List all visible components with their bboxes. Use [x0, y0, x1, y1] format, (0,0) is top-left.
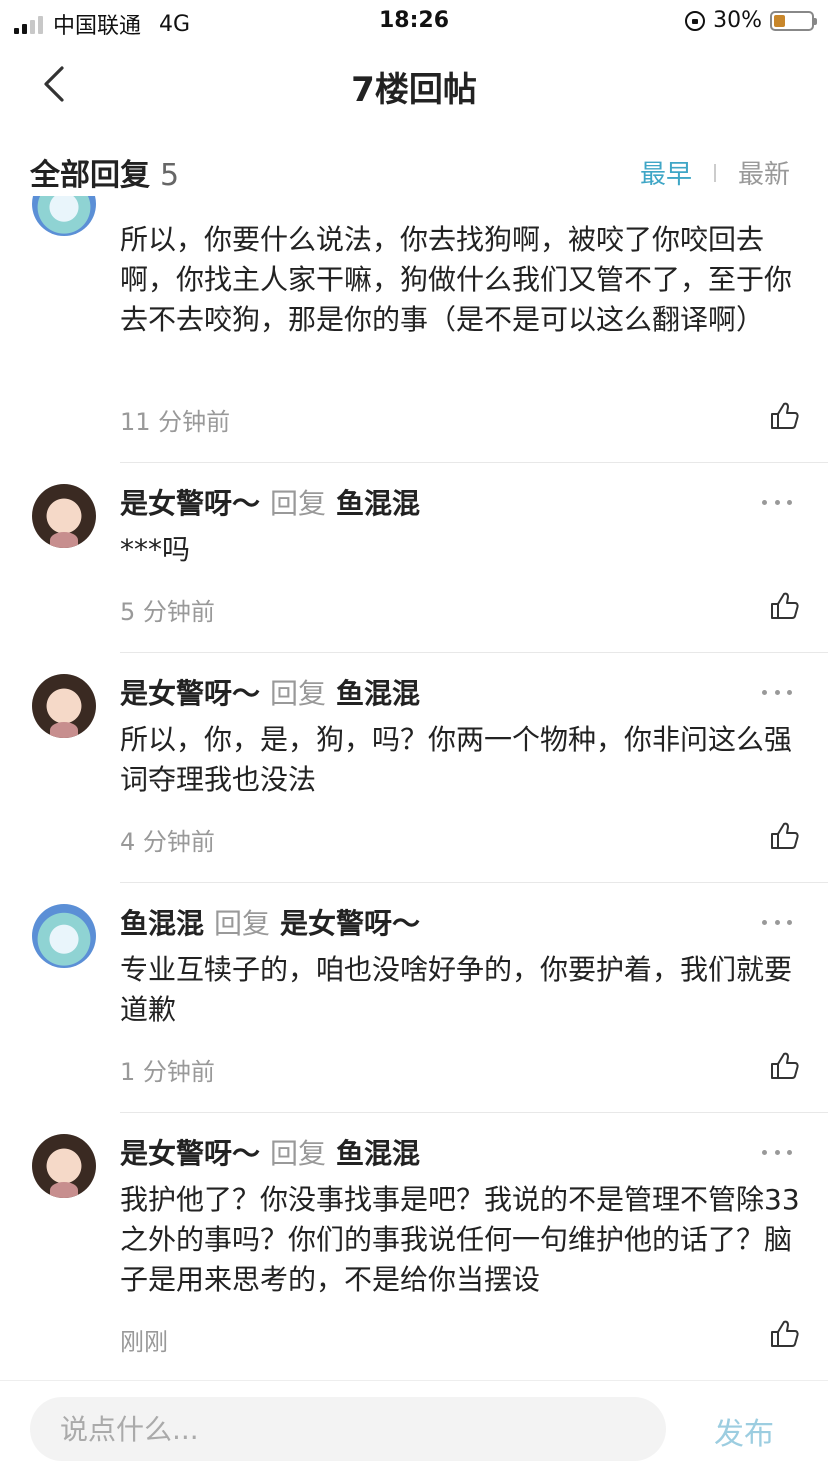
replies-count: 5	[160, 158, 180, 193]
comment-body: ***吗	[120, 533, 191, 566]
thumbs-up-icon[interactable]	[768, 820, 800, 852]
sort-earliest-button[interactable]: 最早	[640, 154, 692, 191]
comment-body: 所以，你，是，狗，吗？你两一个物种，你非问这么强词夺理我也没法	[120, 723, 793, 796]
avatar[interactable]	[32, 904, 96, 968]
comment-time: 11 分钟前	[120, 408, 231, 436]
reply-label: 回复	[270, 1137, 327, 1170]
avatar[interactable]	[32, 1134, 96, 1198]
rotation-lock-icon	[685, 10, 706, 31]
page-title: 7楼回帖	[351, 70, 477, 110]
thumbs-up-icon[interactable]	[768, 1318, 800, 1350]
comment-body: 所以，你要什么说法，你去找狗啊，被咬了你咬回去啊，你找主人家干嘛，狗做什么我们又…	[120, 223, 793, 336]
status-right: 30%	[685, 8, 817, 33]
battery-percent: 30%	[713, 8, 762, 33]
reply-target[interactable]: 鱼混混	[336, 487, 420, 520]
avatar[interactable]	[32, 674, 96, 738]
nav-bar: 7楼回帖	[0, 44, 828, 124]
comment-time: 刚刚	[120, 1328, 168, 1356]
comment-author[interactable]: 是女警呀～	[120, 487, 260, 520]
comment-list: 所以，你要什么说法，你去找狗啊，被咬了你咬回去啊，你找主人家干嘛，狗做什么我们又…	[0, 196, 828, 1376]
avatar[interactable]	[32, 484, 96, 548]
reply-target[interactable]: 鱼混混	[336, 1137, 420, 1170]
comment-author[interactable]: 鱼混混	[120, 907, 204, 940]
reply-target[interactable]: 鱼混混	[336, 677, 420, 710]
thumbs-up-icon[interactable]	[768, 400, 800, 432]
thumbs-up-icon[interactable]	[768, 590, 800, 622]
reply-label: 回复	[214, 907, 271, 940]
comment-item: 是女警呀～ 回复 鱼混混 所以，你，是，狗，吗？你两一个物种，你非问这么强词夺理我也…	[0, 652, 828, 883]
comment-item: 所以，你要什么说法，你去找狗啊，被咬了你咬回去啊，你找主人家干嘛，狗做什么我们又…	[0, 196, 828, 463]
comment-author[interactable]: 是女警呀～	[120, 1137, 260, 1170]
comment-body: 专业互犊子的，咱也没啥好争的，你要护着，我们就要道歉	[120, 953, 793, 1026]
replies-title-label: 全部回复	[30, 158, 150, 193]
more-options-icon[interactable]	[762, 492, 792, 512]
replies-header: 全部回复 5 最早 最新	[30, 150, 798, 194]
reply-label: 回复	[270, 677, 327, 710]
comment-time: 5 分钟前	[120, 598, 215, 626]
comment-time: 4 分钟前	[120, 828, 215, 856]
comment-item: 是女警呀～ 回复 鱼混混 我护他了？你没事找事是吧？我说的不是管理不管除33之外的事…	[0, 1112, 828, 1376]
comment-time: 1 分钟前	[120, 1058, 215, 1086]
more-options-icon[interactable]	[762, 912, 792, 932]
avatar[interactable]	[32, 196, 96, 236]
comment-item: 鱼混混 回复 是女警呀～ 专业互犊子的，咱也没啥好争的，你要护着，我们就要道歉 1 …	[0, 882, 828, 1113]
battery-fill	[774, 14, 785, 27]
comment-header: 是女警呀～ 回复 鱼混混	[120, 672, 420, 712]
battery-icon	[770, 10, 817, 31]
more-options-icon[interactable]	[762, 682, 792, 702]
comment-input-bar: 发布	[0, 1380, 828, 1472]
more-options-icon[interactable]	[762, 1142, 792, 1162]
comment-header: 是女警呀～ 回复 鱼混混	[120, 1132, 420, 1172]
comment-header: 鱼混混 回复 是女警呀～	[120, 902, 420, 942]
reply-target[interactable]: 是女警呀～	[280, 907, 420, 940]
comment-body: 我护他了？你没事找事是吧？我说的不是管理不管除33之外的事吗？你们的事我说任何一…	[120, 1183, 800, 1296]
sort-divider	[713, 163, 716, 182]
status-bar: 中国联通 4G 18:26 30%	[0, 0, 828, 44]
comment-header: 是女警呀～ 回复 鱼混混	[120, 482, 420, 522]
thumbs-up-icon[interactable]	[768, 1050, 800, 1082]
sort-toggle: 最早 最新	[640, 154, 790, 191]
reply-label: 回复	[270, 487, 327, 520]
comment-input[interactable]	[30, 1397, 666, 1461]
publish-button[interactable]: 发布	[714, 1409, 774, 1453]
sort-latest-button[interactable]: 最新	[738, 154, 790, 191]
comment-author[interactable]: 是女警呀～	[120, 677, 260, 710]
comment-item: 是女警呀～ 回复 鱼混混 ***吗 5 分钟前	[0, 462, 828, 653]
replies-title: 全部回复 5	[30, 150, 179, 194]
